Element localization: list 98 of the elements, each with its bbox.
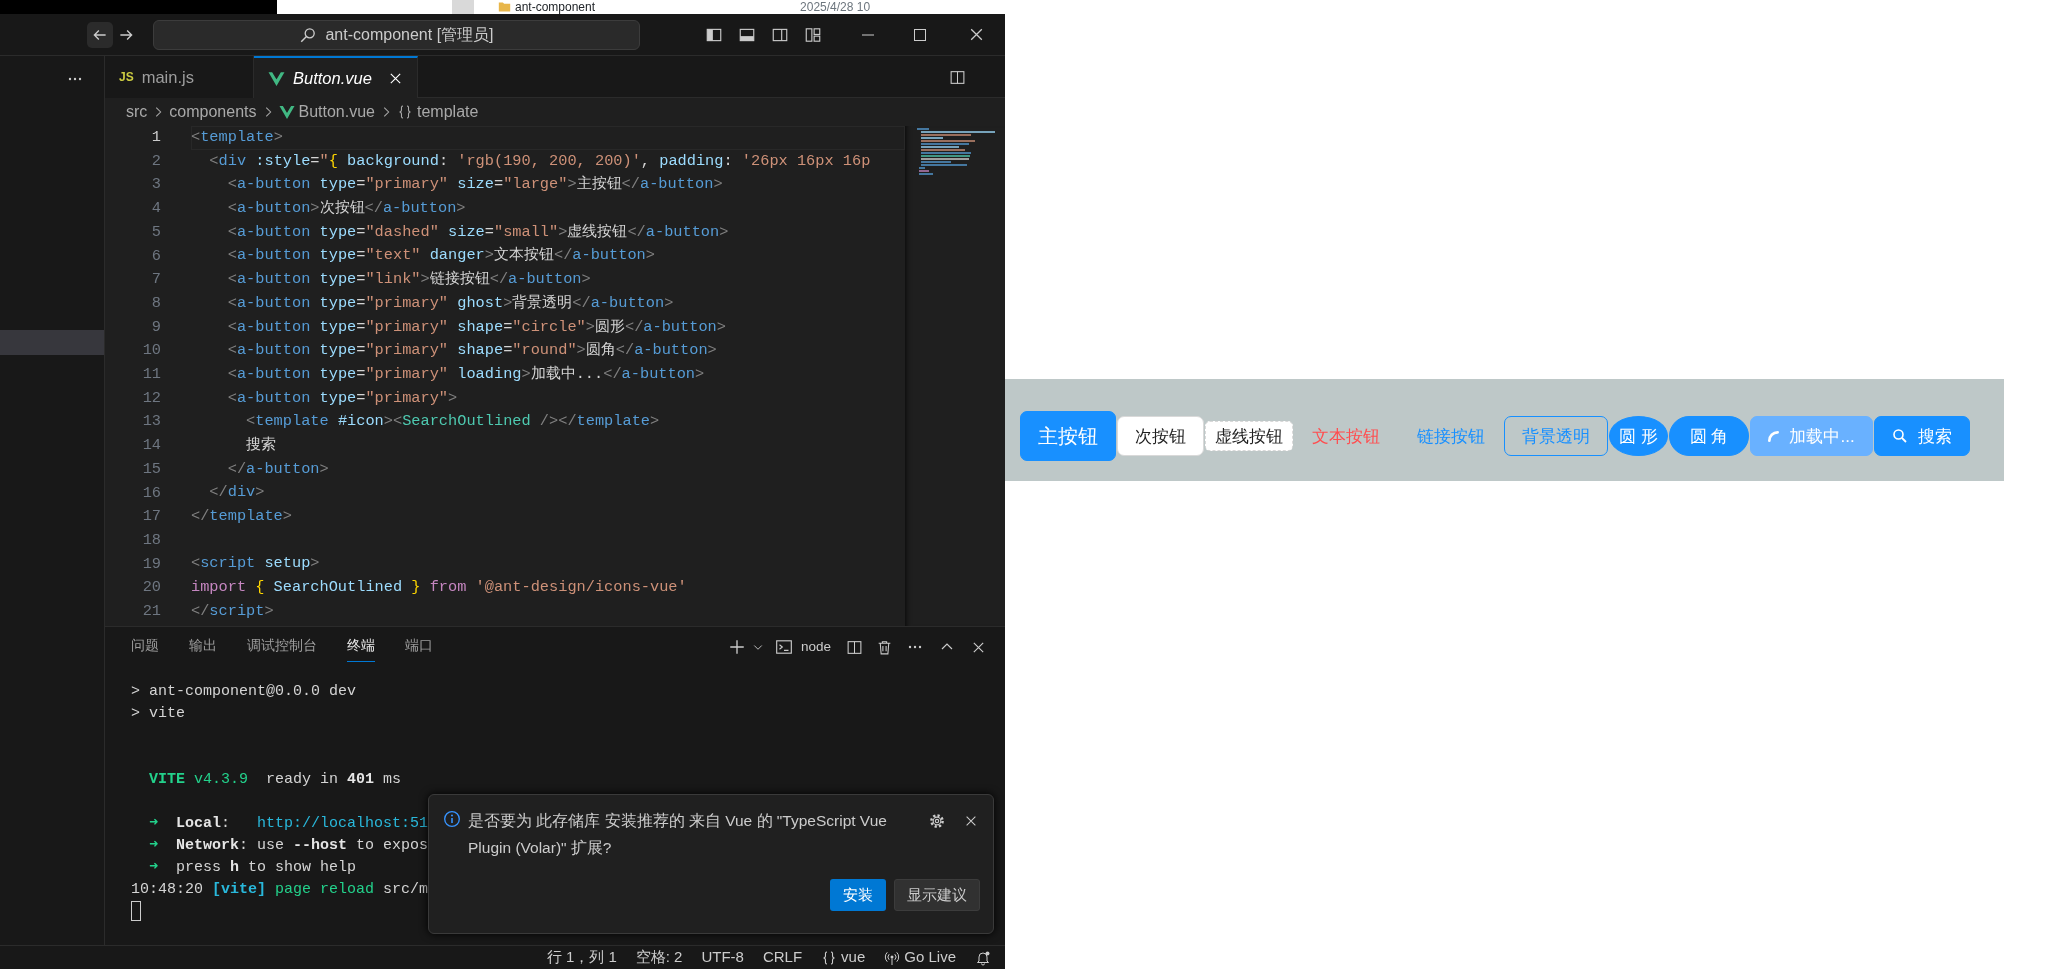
code-line: 搜索 (245, 434, 278, 456)
line-number: 13 (141, 411, 161, 433)
line-number: 2 (150, 150, 161, 172)
code-line: </div> (208, 482, 266, 504)
terminal-line: VITE v4.3.9 ready in 401 ms (148, 770, 402, 790)
code-line: <a-button type="link">链接按钮</a-button> (226, 269, 592, 291)
breadcrumb-item[interactable]: Button.vue (298, 100, 375, 124)
code-line: <a-button type="text" danger>文本按钮</a-button> (226, 245, 656, 267)
line-number: 7 (150, 269, 161, 291)
panel-tab[interactable]: 问题 (131, 632, 159, 662)
code-line: </template> (191, 506, 293, 527)
code-line: <a-button type="primary" ghost>背景透明</a-button> (226, 292, 675, 314)
code-line: <template #icon><SearchOutlined /></template> (245, 411, 661, 433)
show-recommendations-button[interactable]: 显示建议 (894, 878, 980, 911)
code-line: <a-button>次按钮</a-button> (226, 198, 467, 220)
line-number: 3 (150, 174, 161, 196)
code-line: <a-button type="primary" size="large">主按钮</a-button> (226, 174, 724, 196)
terminal-icon[interactable] (774, 638, 793, 656)
back-button[interactable] (87, 21, 113, 48)
code-line: </a-button> (226, 458, 330, 480)
search-icon (1891, 428, 1908, 444)
line-number: 8 (150, 292, 161, 314)
terminal-line: > ant-component@0.0.0 dev (131, 682, 357, 702)
code-line: <a-button type="primary" loading>加载中...</a-button> (226, 363, 706, 385)
info-icon (443, 810, 461, 828)
terminal-line: > vite (131, 704, 185, 724)
terminal-line: ➜ Local: http://localhost:51 (148, 814, 429, 834)
panel-tab[interactable]: 终端 (347, 632, 375, 662)
loading-spinner-icon (1768, 430, 1780, 442)
line-number: 16 (141, 482, 161, 504)
status-item[interactable]: UTF-8 (701, 946, 744, 969)
breadcrumb-item[interactable]: components (169, 100, 257, 124)
code-line: <a-button type="primary"> (226, 387, 459, 409)
code-line: <a-button type="dashed" size="small">虚线按钮</a-button> (226, 221, 730, 243)
js-file-icon: JS (119, 68, 134, 86)
settings-icon[interactable] (928, 812, 946, 830)
line-number: 5 (150, 221, 161, 243)
status-item[interactable]: CRLF (762, 946, 803, 969)
plus-icon (727, 638, 746, 656)
panel-tab[interactable]: 输出 (189, 632, 217, 662)
minimize-icon (861, 33, 875, 36)
line-number: 14 (141, 435, 161, 457)
preview-button[interactable]: 虚线按钮 (1205, 421, 1293, 451)
panel-tab[interactable]: 端口 (405, 632, 433, 662)
status-item[interactable]: 行 1，列 1 (546, 946, 617, 969)
line-number: 9 (150, 316, 161, 338)
minimap-drawing[interactable] (917, 128, 997, 178)
line-number: 1 (150, 127, 161, 148)
terminal-profile-label[interactable]: node (800, 636, 831, 658)
folder-name[interactable]: ant-component (515, 0, 596, 14)
search-icon (299, 25, 318, 44)
broadcast-icon (884, 949, 901, 966)
line-number: 17 (141, 506, 161, 528)
line-number: 21 (141, 601, 161, 623)
code-line: <script setup> (191, 553, 321, 575)
line-number: 20 (141, 577, 161, 599)
line-number: 11 (141, 364, 161, 386)
notifications-icon[interactable] (975, 949, 991, 966)
line-number: 18 (141, 529, 161, 551)
braces-icon (397, 104, 413, 120)
split-icon (845, 638, 863, 656)
maximize-icon (912, 26, 928, 43)
terminal-line: 10:48:20 [vite] page reload src/m (131, 880, 429, 900)
line-number: 6 (150, 245, 161, 267)
line-number: 12 (141, 387, 161, 409)
vue-file-icon (278, 104, 295, 120)
code-line: <a-button type="primary" shape="round">圆角</a-button> (226, 340, 718, 362)
status-item[interactable]: 空格: 2 (635, 946, 683, 969)
terminal-cursor (131, 901, 141, 921)
terminal-line: ➜ press h to show help (148, 858, 357, 878)
line-number: 10 (141, 340, 161, 362)
date-text: 2025/4/28 10 (800, 0, 871, 14)
panel-tab[interactable]: 调试控制台 (247, 632, 317, 662)
status-item[interactable]: vue (821, 946, 866, 969)
terminal-line: ➜ Network: use --host to expos (148, 836, 429, 856)
install-button[interactable]: 安装 (830, 878, 886, 911)
layout-icon (803, 25, 822, 44)
preview-button[interactable]: 次按钮 (1117, 416, 1204, 456)
code-line: </script> (191, 600, 275, 622)
scrollbar[interactable] (452, 0, 474, 14)
command-search-field[interactable]: ant-component [管理员] (153, 19, 640, 50)
breadcrumb-item[interactable]: template (417, 100, 479, 124)
line-number: 19 (141, 553, 161, 575)
braces-icon (821, 949, 838, 966)
editor-tab[interactable]: JS main.js (105, 56, 254, 98)
vue-file-icon (268, 69, 285, 87)
split-icon (948, 68, 966, 86)
code-line: <a-button type="primary" shape="circle">圆形</a-button> (226, 316, 727, 338)
editor-tab[interactable]: Button.vue (254, 56, 418, 98)
breadcrumb-item[interactable]: src (126, 100, 148, 124)
code-line: import { SearchOutlined } from '@ant-design/icons-vue' (191, 577, 688, 599)
code-line: <div :style="{ background: 'rgb(190, 200, 200)', padding: '26px 16px 16p (208, 150, 872, 172)
status-item[interactable]: Go Live (884, 946, 956, 969)
line-number: 4 (150, 198, 161, 220)
close-icon[interactable] (964, 814, 978, 828)
notification-message: 是否要为 此存储库 安装推荐的 来自 Vue 的 "TypeScript Vue Plugin (Volar)" 扩展? (468, 811, 888, 858)
line-number: 15 (141, 458, 161, 480)
code-line: <template> (191, 126, 905, 150)
